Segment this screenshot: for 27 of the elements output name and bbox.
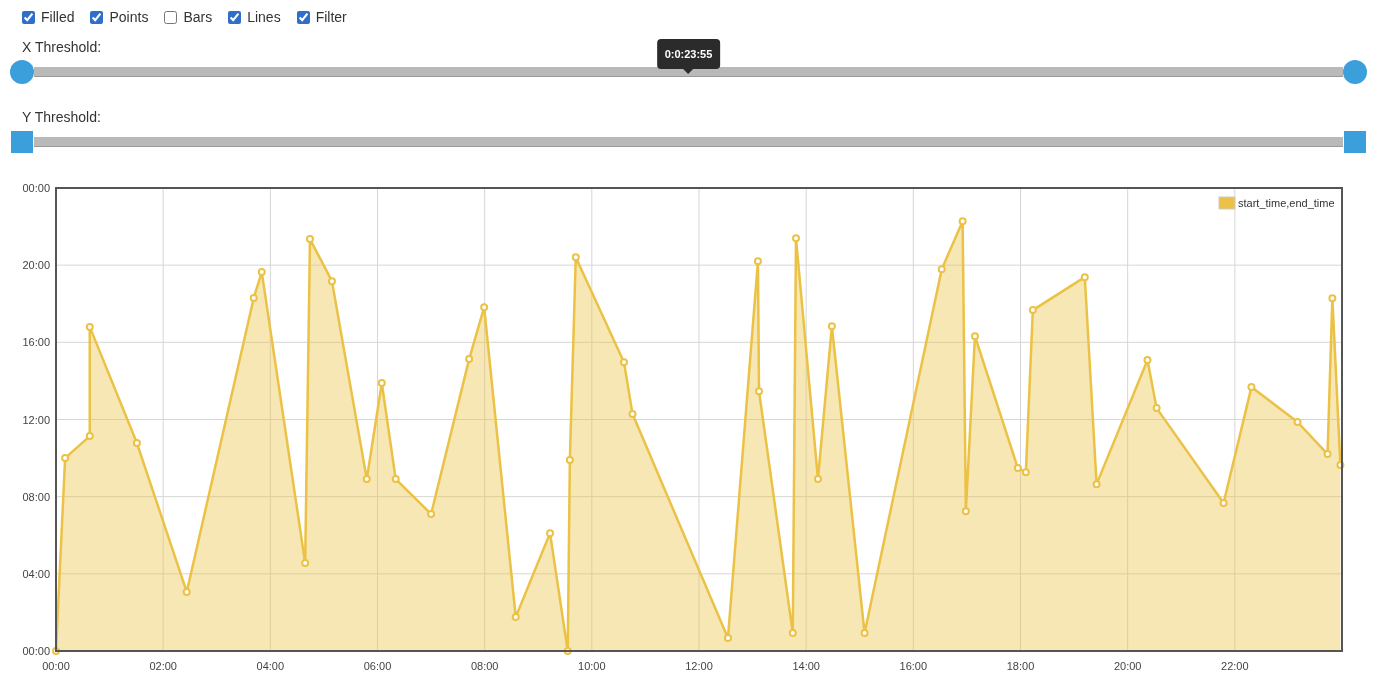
option-label: Filter xyxy=(315,7,347,27)
axis-label: 10:00 xyxy=(578,660,606,672)
option-label: Bars xyxy=(183,7,213,27)
axis-label: 16:00 xyxy=(22,336,50,349)
axis-label: 06:00 xyxy=(363,660,392,672)
axis-label: 20:00 xyxy=(22,259,50,272)
axis-label: 12:00 xyxy=(685,660,713,672)
axis-label: 08:00 xyxy=(22,490,50,503)
legend-label: start_time,end_time xyxy=(1238,197,1335,209)
axis-label: 00:00 xyxy=(22,645,50,657)
axis-label: 20:00 xyxy=(1113,660,1142,672)
axis-label: 00:00 xyxy=(42,660,70,672)
axis-label: 02:00 xyxy=(149,660,177,672)
axis-label: 04:00 xyxy=(256,660,285,672)
axis-label: 00:00 xyxy=(22,182,50,194)
axis-label: 14:00 xyxy=(792,660,820,672)
option-label: Points xyxy=(109,7,149,27)
axis-label: 16:00 xyxy=(899,660,928,672)
slider-label: X Threshold: xyxy=(22,38,102,57)
axis-label: 08:00 xyxy=(470,660,499,672)
option-label: Filled xyxy=(41,7,75,27)
axis-label: 22:00 xyxy=(1221,660,1249,672)
axis-label: 12:00 xyxy=(22,413,50,426)
axis-label: 04:00 xyxy=(22,567,50,580)
option-label: Lines xyxy=(247,7,281,27)
axis-label: 18:00 xyxy=(1006,660,1035,672)
slider-label: Y Threshold: xyxy=(22,108,101,127)
